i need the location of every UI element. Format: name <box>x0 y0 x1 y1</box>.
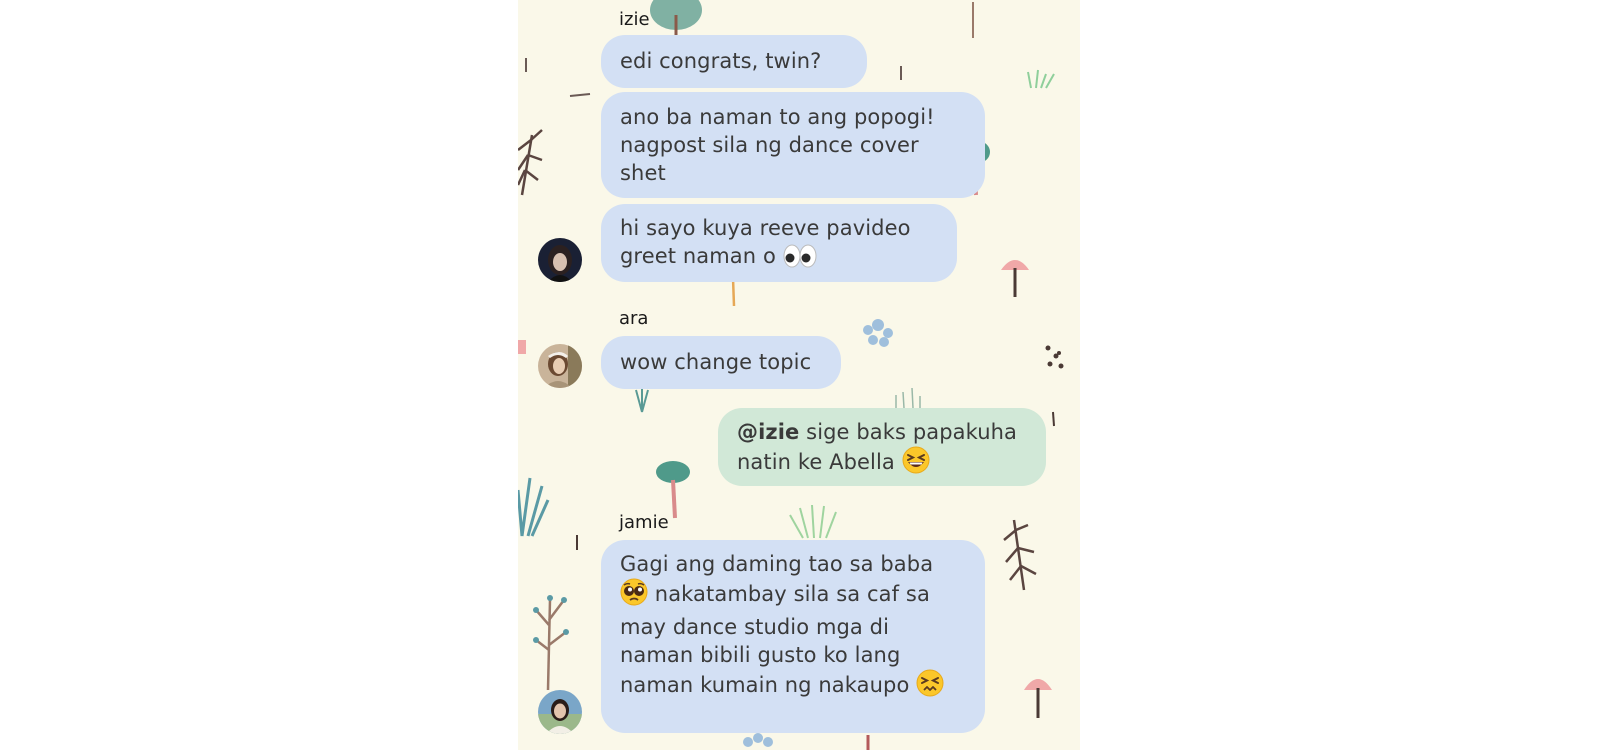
message-text: hi sayo kuya reeve pavideo greet naman o <box>620 216 911 268</box>
doodle-branch-tree <box>535 599 567 691</box>
avatar[interactable] <box>538 238 582 282</box>
confounded-face-emoji <box>916 669 944 704</box>
message-text: ano ba naman to ang popogi! nagpost sila… <box>620 105 935 185</box>
doodle-pine-right <box>1003 519 1037 591</box>
doodle-tree-top <box>650 0 702 35</box>
sender-name: izie <box>619 9 650 30</box>
message-bubble[interactable]: Gagi ang daming tao sa baba nakatambay s… <box>601 540 985 733</box>
chat-window: izie edi congrats, twin? ano ba naman to… <box>518 0 1080 750</box>
user-mention[interactable]: @izie <box>737 420 799 444</box>
doodle-flower <box>863 319 893 347</box>
message-text: edi congrats, twin? <box>620 49 822 73</box>
doodle-pine-left <box>518 129 543 196</box>
sender-name: jamie <box>619 512 669 533</box>
doodle-grass-right <box>1027 69 1055 89</box>
message-text: nakatambay sila sa caf sa may dance stud… <box>620 582 930 697</box>
pleading-face-emoji <box>620 578 648 613</box>
message-bubble[interactable]: edi congrats, twin? <box>601 35 867 88</box>
sender-name: ara <box>619 308 649 329</box>
avatar[interactable] <box>538 344 582 388</box>
doodle-dots <box>1045 345 1064 369</box>
outgoing-message-bubble[interactable]: @izie sige baks papakuha natin ke Abella <box>718 408 1046 486</box>
doodle-mushroom-bottom <box>1024 679 1052 718</box>
message-text: wow change topic <box>620 350 812 374</box>
avatar[interactable] <box>538 690 582 734</box>
doodle-plant-left <box>518 477 550 537</box>
message-text: Gagi ang daming tao sa baba <box>620 552 934 576</box>
eyes-emoji <box>783 244 817 275</box>
doodle-tree-center <box>656 461 690 519</box>
message-bubble[interactable]: wow change topic <box>601 336 841 389</box>
message-bubble[interactable]: ano ba naman to ang popogi! nagpost sila… <box>601 92 985 198</box>
grinning-squinting-face-emoji <box>902 446 930 481</box>
doodle-mushroom-right <box>1001 260 1029 297</box>
message-bubble[interactable]: hi sayo kuya reeve pavideo greet naman o <box>601 204 957 282</box>
